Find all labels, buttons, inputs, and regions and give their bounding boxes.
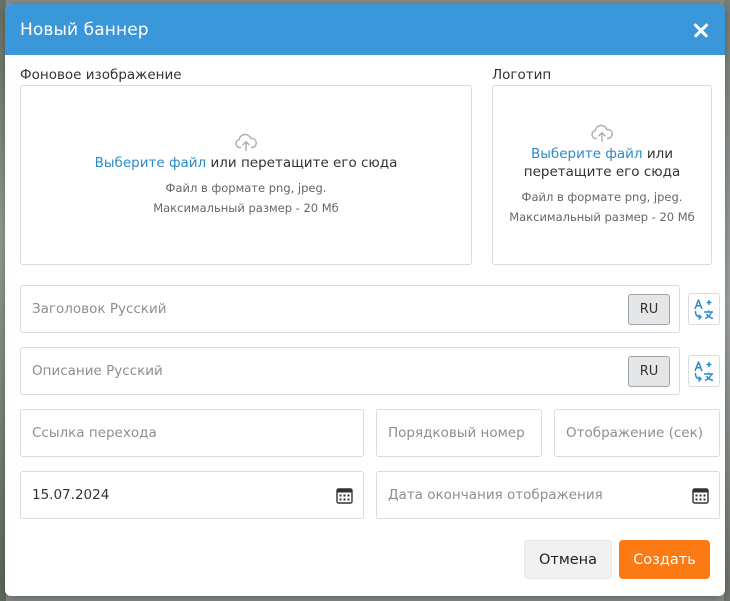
description-lang-badge[interactable]: RU (628, 356, 670, 387)
description-field: RU (20, 347, 680, 395)
logo-upload-label: Логотип (492, 67, 552, 83)
logo-drag-text-1: или (642, 146, 674, 162)
dialog-header: Новый баннер (5, 4, 725, 55)
end-date-field (376, 471, 720, 519)
start-date-field (20, 471, 364, 519)
calendar-icon[interactable] (692, 487, 709, 504)
upload-cloud-icon (235, 133, 257, 152)
end-date-input[interactable] (377, 472, 719, 518)
background-choose-file-link[interactable]: Выберите файл (95, 155, 207, 171)
background-format-hint: Файл в формате png, jpeg. (165, 181, 327, 195)
logo-upload-text: Выберите файл или перетащите его сюда (524, 145, 680, 181)
title-input[interactable] (21, 286, 679, 332)
cancel-button[interactable]: Отмена (524, 540, 612, 579)
link-input[interactable] (21, 410, 363, 456)
link-field (20, 409, 364, 457)
new-banner-dialog: Новый баннер Фоновое изображение Выберит… (5, 4, 725, 596)
logo-choose-file-link[interactable]: Выберите файл (531, 146, 643, 162)
display-duration-field (554, 409, 720, 457)
display-duration-input[interactable] (555, 410, 719, 456)
order-field (376, 409, 542, 457)
translate-icon (694, 361, 714, 382)
description-input[interactable] (21, 348, 679, 394)
background-upload-text: Выберите файл или перетащите его сюда (95, 154, 398, 172)
background-drag-text: или перетащите его сюда (206, 155, 398, 171)
description-translate-button[interactable] (688, 355, 720, 387)
dialog-title: Новый баннер (20, 19, 149, 40)
logo-upload-dropzone[interactable]: Выберите файл или перетащите его сюда Фа… (492, 85, 712, 265)
create-button[interactable]: Создать (619, 540, 710, 579)
start-date-input[interactable] (21, 472, 363, 518)
logo-drag-text-2: перетащите его сюда (523, 164, 681, 180)
translate-icon (694, 299, 714, 320)
title-field: RU (20, 285, 680, 333)
logo-format-hint: Файл в формате png, jpeg. (521, 190, 683, 204)
background-size-hint: Максимальный размер - 20 Мб (153, 201, 339, 215)
title-translate-button[interactable] (688, 293, 720, 325)
order-input[interactable] (377, 410, 541, 456)
calendar-icon[interactable] (336, 487, 353, 504)
background-upload-label: Фоновое изображение (20, 67, 182, 83)
upload-cloud-icon (591, 124, 613, 143)
close-icon[interactable] (689, 18, 713, 42)
logo-size-hint: Максимальный размер - 20 Мб (509, 210, 695, 224)
title-lang-badge[interactable]: RU (628, 294, 670, 325)
background-upload-dropzone[interactable]: Выберите файл или перетащите его сюда Фа… (20, 85, 472, 265)
